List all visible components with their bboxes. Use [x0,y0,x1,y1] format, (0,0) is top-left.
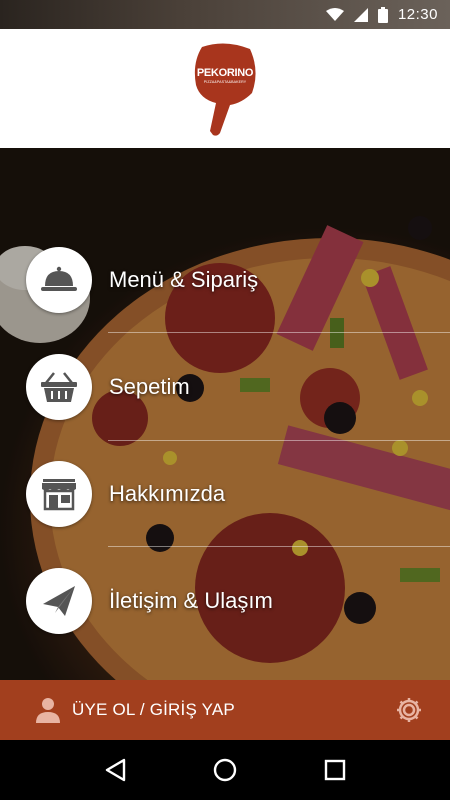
menu-item-label: İletişim & Ulaşım [109,588,273,613]
logo-text: PEKORINO [196,66,254,79]
app-logo[interactable]: PEKORINO PIZZA&PASTA&BAKERY [190,41,260,137]
android-nav-bar [0,740,450,800]
storefront-icon [26,461,92,527]
menu-item-contact[interactable]: İletişim & Ulaşım [26,568,426,634]
menu-item-label: Menü & Sipariş [109,267,259,292]
menu-divider [108,332,450,333]
gear-icon[interactable] [394,695,424,725]
status-bar: 12:30 [0,0,450,29]
battery-icon [377,6,388,23]
menu-item-about[interactable]: Hakkımızda [26,461,426,527]
home-icon[interactable] [205,750,245,790]
menu-divider [108,546,450,547]
menu-item-label: Sepetim [109,374,190,399]
wifi-icon [325,7,344,22]
login-register-button[interactable]: ÜYE OL / GİRİŞ YAP [72,700,235,720]
app-header: PEKORINO PIZZA&PASTA&BAKERY [0,29,450,148]
main-menu-list: Menü & Sipariş Sepetim Hakkımızda İletiş… [0,148,450,680]
status-time: 12:30 [397,6,438,23]
user-icon[interactable] [34,696,62,724]
menu-item-basket[interactable]: Sepetim [26,354,426,420]
main-menu-area: Menü & Sipariş Sepetim Hakkımızda İletiş… [0,148,450,680]
cloche-icon [26,247,92,313]
menu-divider [108,440,450,441]
back-icon[interactable] [95,750,135,790]
menu-item-menu-order[interactable]: Menü & Sipariş [26,247,426,313]
paper-plane-icon [26,568,92,634]
menu-item-label: Hakkımızda [109,481,226,506]
basket-icon [26,354,92,420]
signal-icon [353,7,368,22]
logo-subtext: PIZZA&PASTA&BAKERY [203,79,247,84]
user-bar: ÜYE OL / GİRİŞ YAP [0,680,450,740]
recents-icon[interactable] [315,750,355,790]
